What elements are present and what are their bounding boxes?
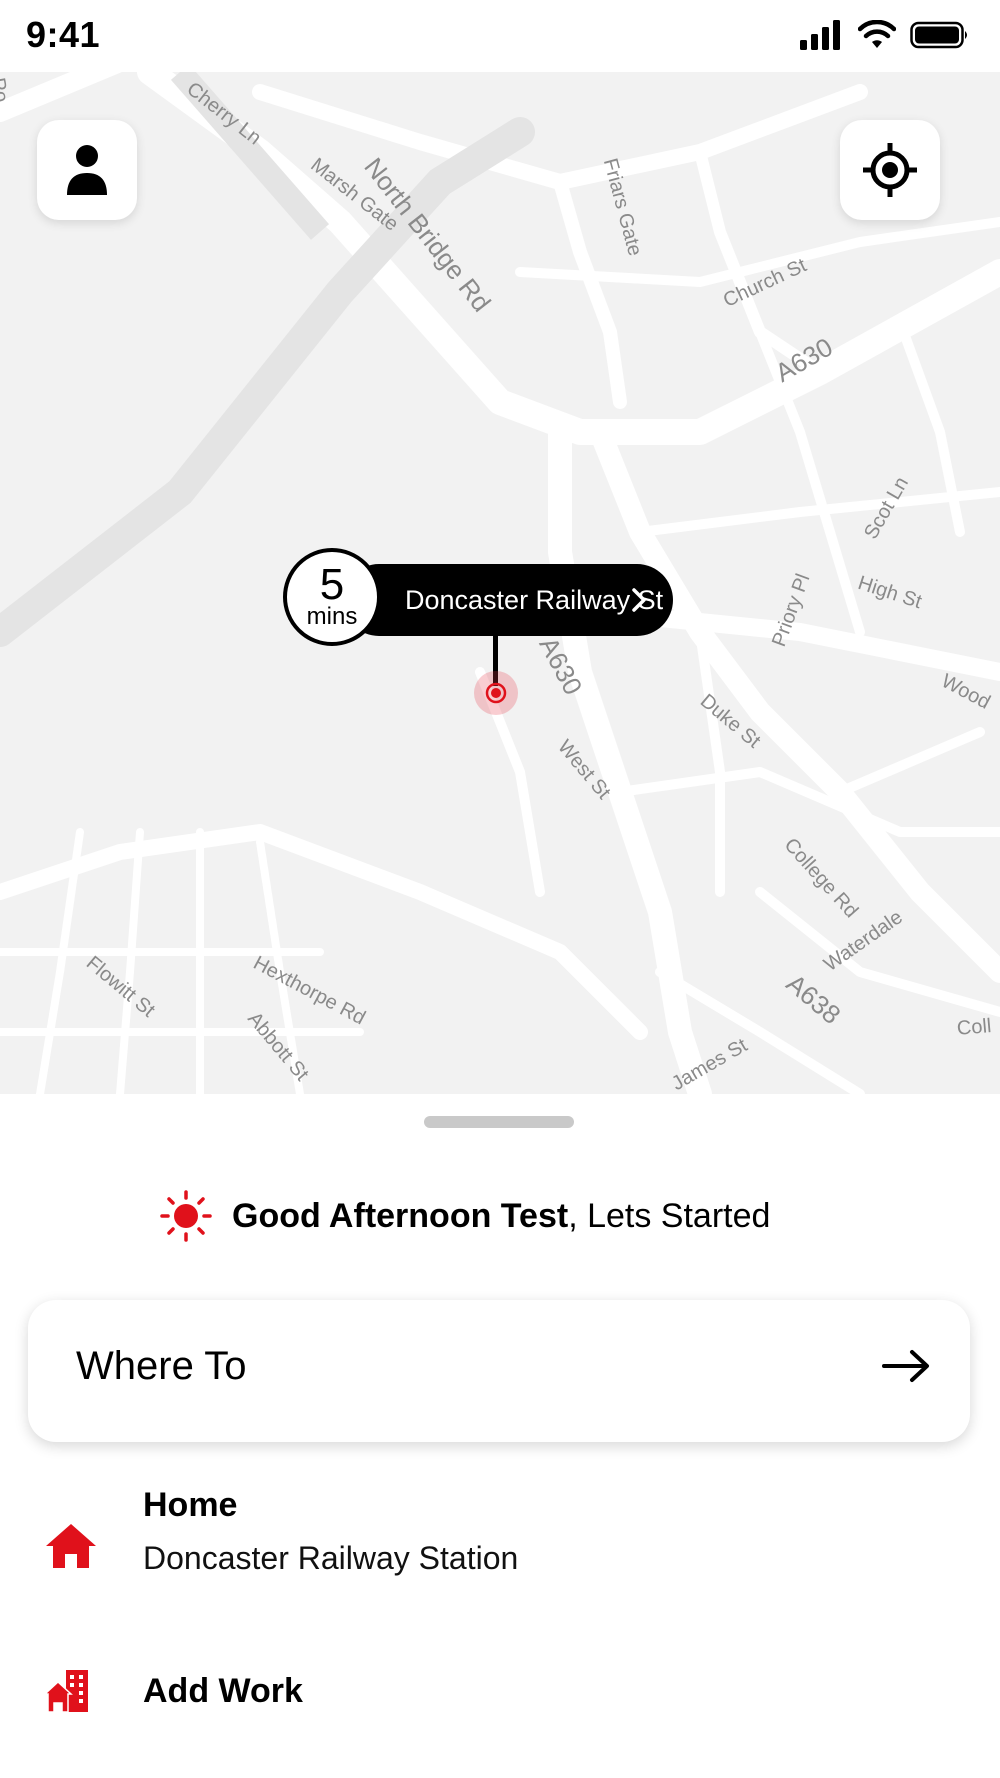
crosshair-location-icon xyxy=(863,143,917,197)
greeting-rest: , Lets Started xyxy=(568,1196,771,1235)
status-icons xyxy=(800,20,970,50)
work-building-icon xyxy=(44,1670,88,1713)
status-time: 9:41 xyxy=(26,14,101,55)
greeting-name: Good Afternoon Test xyxy=(232,1196,569,1235)
greeting: Good Afternoon Test, Lets Started xyxy=(160,1190,770,1242)
saved-place-title: Add Work xyxy=(143,1672,303,1710)
status-bar: 9:41 xyxy=(0,0,1000,72)
greeting-text: Good Afternoon Test, Lets Started xyxy=(232,1197,770,1236)
sun-icon xyxy=(160,1190,212,1242)
arrow-right-icon xyxy=(882,1350,929,1382)
map-street-label: Coll xyxy=(956,1014,993,1040)
wifi-icon xyxy=(858,20,896,48)
eta-unit: mins xyxy=(306,603,358,630)
bottom-sheet: Good Afternoon Test, Lets Started Where … xyxy=(0,1094,1000,1778)
eta-value: 5 xyxy=(319,560,345,609)
map-view[interactable]: Cherry Ln Marsh Gate North Bridge Rd Fri… xyxy=(0,72,1000,1094)
chevron-right-icon xyxy=(632,588,646,612)
where-to-search[interactable]: Where To xyxy=(28,1300,970,1442)
user-icon xyxy=(67,145,107,195)
sheet-drag-handle[interactable] xyxy=(424,1116,574,1128)
home-icon xyxy=(46,1524,96,1568)
pickup-pill[interactable]: Doncaster Railway St xyxy=(343,564,673,636)
cellular-signal-icon xyxy=(800,20,840,50)
saved-place-subtitle: Doncaster Railway Station xyxy=(143,1540,519,1576)
profile-button[interactable] xyxy=(37,120,137,220)
eta-badge: 5 mins xyxy=(283,548,381,646)
battery-icon xyxy=(910,21,967,49)
pickup-label: Doncaster Railway St xyxy=(405,584,664,615)
saved-place-home[interactable]: Home Doncaster Railway Station xyxy=(0,1480,1000,1600)
pickup-location-pin xyxy=(474,671,518,715)
target-dot-icon xyxy=(485,682,507,704)
saved-place-add-work[interactable]: Add Work xyxy=(0,1652,1000,1742)
saved-place-title: Home xyxy=(143,1486,238,1524)
my-location-button[interactable] xyxy=(840,120,940,220)
where-to-label: Where To xyxy=(76,1344,247,1388)
